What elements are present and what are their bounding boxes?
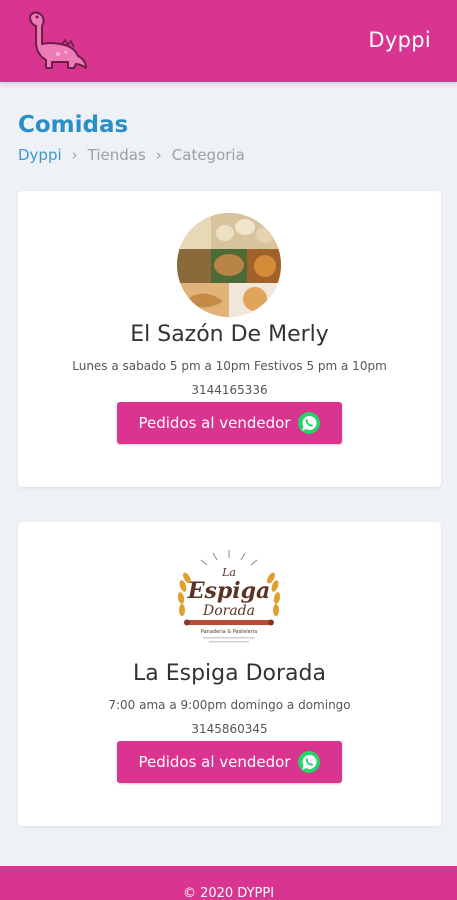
order-button-label: Pedidos al vendedor [138,753,291,771]
logo-tagline-text: Panadería & Pastelería [201,628,257,635]
order-from-seller-button[interactable]: Pedidos al vendedor [117,741,342,783]
chevron-right-icon: › [71,146,78,164]
store-phone: 3144165336 [191,383,268,397]
logo-espiga-text: Espiga [187,578,271,604]
breadcrumb-item-dyppi[interactable]: Dyppi [18,146,62,164]
store-hours: Lunes a sabado 5 pm a 10pm Festivos 5 pm… [72,359,387,373]
store-name: El Sazón De Merly [130,322,329,347]
store-hours: 7:00 ama a 9:00pm domingo a domingo [108,698,351,712]
footer: © 2020 DYPPI [0,866,457,900]
top-bar: Dyppi [0,0,457,82]
page-title: Comidas [18,112,129,138]
chevron-right-icon: › [155,146,162,164]
breadcrumb-item-categoria: Categoria [171,146,245,164]
store-card: El Sazón De Merly Lunes a sabado 5 pm a … [18,191,441,487]
order-button-label: Pedidos al vendedor [138,414,291,432]
store-phone: 3145860345 [191,722,268,736]
espiga-dorada-logo: La Espiga Dorada Panadería & Pastelería [177,550,281,643]
breadcrumb: Dyppi › Tiendas › Categoria [18,146,245,164]
order-from-seller-button[interactable]: Pedidos al vendedor [117,402,342,444]
store-card: La Espiga Dorada Panadería & Pastelería … [18,522,441,826]
whatsapp-icon [297,751,320,773]
logo-dorada-text: Dorada [202,603,255,619]
whatsapp-icon [297,412,320,434]
brand-name[interactable]: Dyppi [368,28,431,52]
food-collage-image [177,213,281,317]
dinosaur-logo-icon[interactable] [20,8,90,74]
footer-copyright: © 2020 DYPPI [182,886,275,900]
breadcrumb-item-tiendas[interactable]: Tiendas [88,146,146,164]
store-name: La Espiga Dorada [133,661,326,686]
